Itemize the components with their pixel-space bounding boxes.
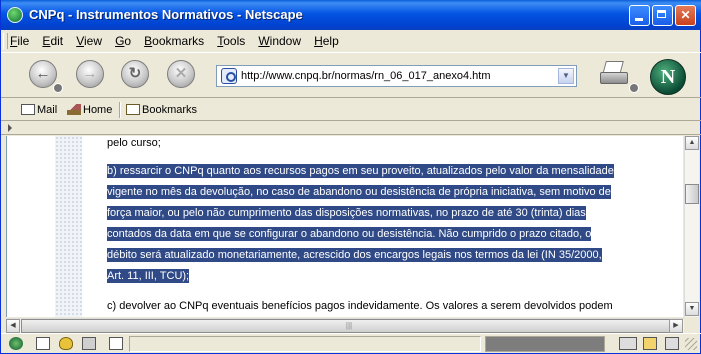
selected-line: Art. 11, III, TCU);	[107, 269, 190, 283]
bookmarks-label: Bookmarks	[142, 104, 198, 116]
home-icon	[67, 104, 81, 115]
title-bar[interactable]: CNPq - Instrumentos Normativos - Netscap…	[1, 0, 701, 30]
menu-window[interactable]: Window	[253, 31, 306, 51]
netscape-app-icon	[7, 7, 23, 23]
mail-button[interactable]: Mail	[21, 102, 57, 118]
url-dropdown-icon[interactable]: ▼	[558, 68, 574, 84]
security-lock-icon[interactable]	[643, 337, 657, 350]
window-title: CNPq - Instrumentos Normativos - Netscap…	[29, 7, 303, 22]
tab-bar-toggle[interactable]	[1, 121, 701, 135]
minimize-button[interactable]	[629, 5, 650, 26]
menu-help[interactable]: Help	[309, 31, 344, 51]
menu-file[interactable]: File	[5, 31, 34, 51]
menu-bar: File Edit View Go Bookmarks Tools Window…	[5, 31, 695, 51]
maximize-button[interactable]	[652, 5, 673, 26]
print-button[interactable]	[598, 61, 628, 87]
mail-icon	[21, 104, 35, 115]
status-text	[129, 336, 481, 352]
personal-toolbar: Mail Home Bookmarks	[1, 99, 701, 121]
home-label: Home	[83, 104, 113, 116]
home-button[interactable]: Home	[67, 102, 112, 118]
stop-button[interactable]: ✕	[167, 60, 195, 88]
print-dropdown-icon[interactable]	[629, 83, 639, 93]
selected-line: débito será atualizado monetariamente, a…	[107, 248, 602, 262]
menu-view[interactable]: View	[71, 31, 107, 51]
menu-edit[interactable]: Edit	[37, 31, 68, 51]
vertical-scrollbar[interactable]: ▲ ▼	[684, 136, 699, 317]
progress-fill	[486, 337, 604, 351]
mail-icon[interactable]	[36, 337, 50, 350]
back-history-dropdown-icon[interactable]	[53, 83, 63, 93]
selected-line: vigente no mês da devolução, no caso de …	[107, 185, 611, 199]
selected-line: b) ressarcir o CNPq quanto aos recursos …	[107, 164, 614, 178]
browser-window: CNPq - Instrumentos Normativos - Netscap…	[0, 0, 701, 354]
navigator-icon[interactable]	[9, 337, 23, 350]
horizontal-scrollbar[interactable]: ◀ ||| ▶	[6, 318, 684, 333]
netscape-throbber-logo[interactable]: N	[650, 59, 686, 95]
horizontal-scroll-thumb[interactable]: |||	[21, 319, 677, 333]
vertical-scroll-thumb[interactable]	[685, 184, 699, 204]
reload-button[interactable]: ↻	[121, 60, 149, 88]
page-content[interactable]: pelo curso; b) ressarcir o CNPq quanto a…	[6, 136, 683, 317]
text-line: c) devolver ao CNPq eventuais benefícios…	[107, 300, 613, 312]
page-left-decoration	[55, 136, 82, 317]
progress-meter	[485, 336, 605, 352]
stop-icon: ✕	[174, 65, 188, 82]
text-line: pelo curso;	[107, 137, 161, 149]
reload-icon: ↻	[128, 65, 142, 82]
folder-icon	[126, 104, 140, 115]
instant-messenger-icon[interactable]	[59, 337, 73, 350]
back-icon: ←	[35, 65, 51, 82]
toolbar-separator	[119, 102, 121, 118]
resize-grip[interactable]	[685, 338, 697, 350]
bookmarks-button[interactable]: Bookmarks	[126, 102, 197, 118]
page-proxy-icon[interactable]	[221, 68, 237, 84]
back-button[interactable]: ←	[29, 60, 57, 88]
scroll-up-icon[interactable]: ▲	[685, 136, 699, 150]
cookie-icon[interactable]	[665, 337, 679, 350]
forward-button[interactable]: →	[76, 60, 104, 88]
online-status-icon[interactable]	[619, 337, 637, 350]
menu-bookmarks[interactable]: Bookmarks	[139, 31, 209, 51]
expand-triangle-icon	[8, 124, 12, 132]
close-button[interactable]: ✕	[675, 5, 696, 26]
navigation-toolbar: ← → ↻ ✕ ▼ N	[1, 52, 701, 98]
scroll-down-icon[interactable]: ▼	[685, 302, 699, 316]
address-book-icon[interactable]	[109, 337, 123, 350]
scroll-left-icon[interactable]: ◀	[6, 319, 20, 333]
selected-line: força maior, ou pelo não cumprimento das…	[107, 206, 586, 220]
url-bar[interactable]: ▼	[216, 65, 577, 87]
status-bar	[1, 333, 701, 354]
selected-line: contados da data em que se configurar o …	[107, 227, 592, 241]
url-input[interactable]	[241, 68, 546, 84]
composer-icon[interactable]	[82, 337, 96, 350]
mail-label: Mail	[37, 104, 58, 116]
menu-tools[interactable]: Tools	[212, 31, 250, 51]
forward-icon: →	[82, 65, 98, 82]
scroll-right-icon[interactable]: ▶	[669, 319, 683, 333]
printer-icon	[600, 72, 628, 84]
menu-go[interactable]: Go	[110, 31, 136, 51]
